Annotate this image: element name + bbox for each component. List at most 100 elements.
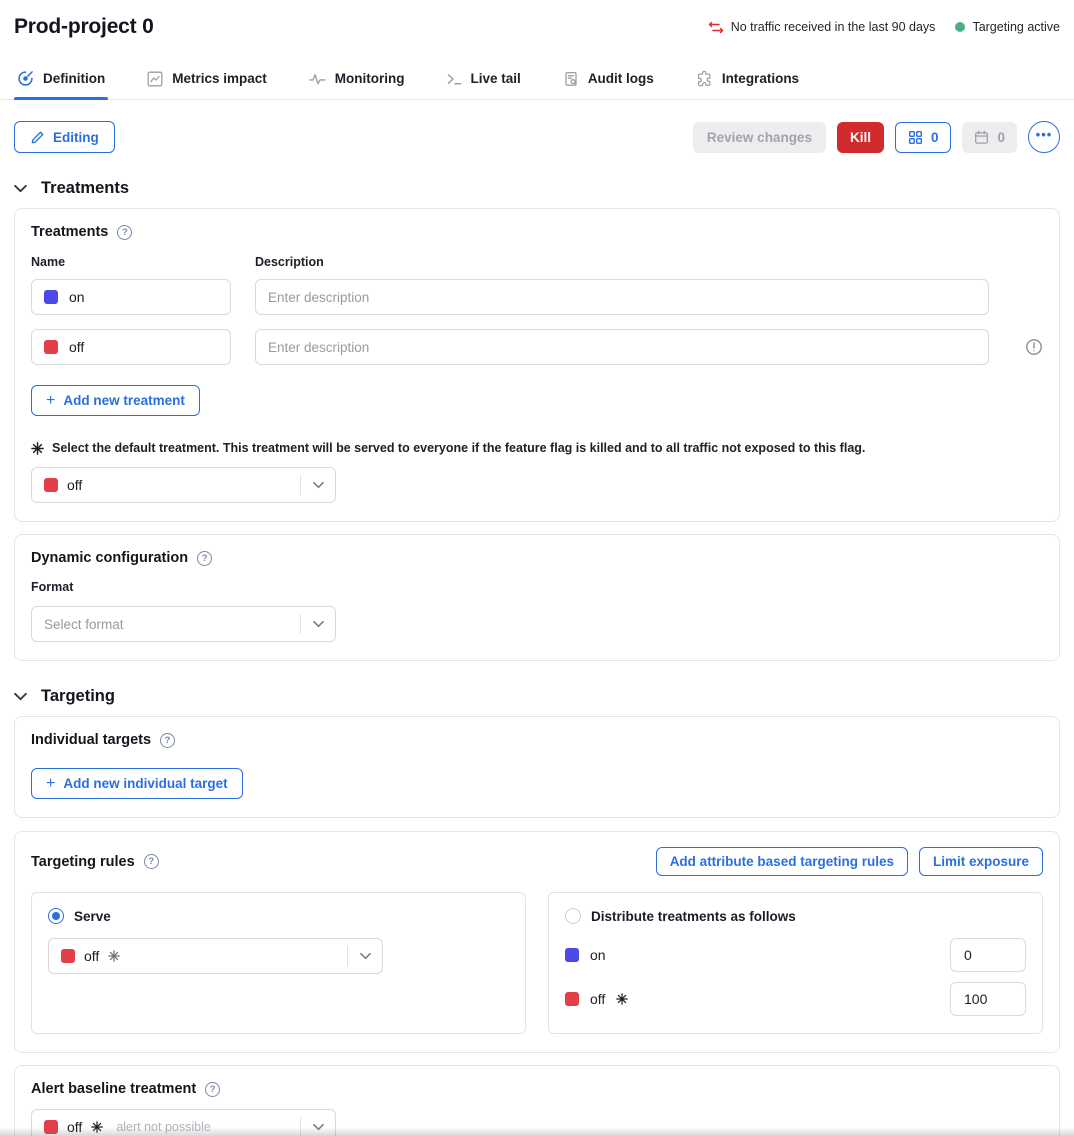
treatment-color-swatch[interactable] (44, 290, 58, 304)
help-icon[interactable]: ? (144, 854, 159, 869)
page-header: Prod-project 0 No traffic received in th… (0, 0, 1074, 39)
treatment-description-input[interactable] (255, 279, 989, 315)
card-title: Targeting rules (31, 854, 135, 870)
distribute-row-off: off (565, 982, 1026, 1016)
review-changes-button[interactable]: Review changes (693, 122, 826, 153)
help-icon[interactable]: ? (160, 733, 175, 748)
distribute-treatment-name: on (590, 947, 606, 963)
individual-targets-card: Individual targets ? + Add new individua… (14, 716, 1060, 818)
serve-panel: Serve off (31, 892, 526, 1034)
targeting-status: Targeting active (955, 20, 1060, 34)
serve-label: Serve (74, 909, 111, 924)
terminal-icon (447, 72, 462, 86)
help-icon[interactable]: ? (205, 1082, 220, 1097)
distribute-panel: Distribute treatments as follows on off (548, 892, 1043, 1034)
plus-icon: + (46, 393, 55, 409)
tab-audit-logs[interactable]: Audit logs (560, 63, 657, 99)
tab-label: Audit logs (588, 71, 654, 86)
warning-circle-icon[interactable] (1013, 338, 1043, 356)
status-row: No traffic received in the last 90 days … (708, 20, 1060, 34)
format-label: Format (31, 580, 1043, 594)
treatment-color-swatch (44, 1120, 58, 1134)
distribute-percentage-input[interactable] (950, 938, 1026, 972)
schedule-count-button[interactable]: 0 (962, 122, 1017, 153)
add-individual-target-button[interactable]: + Add new individual target (31, 768, 243, 799)
treatment-name-field[interactable] (31, 279, 231, 315)
distribute-percentage-input[interactable] (950, 982, 1026, 1016)
tab-integrations[interactable]: Integrations (693, 63, 802, 99)
description-column-header: Description (255, 255, 324, 269)
line-chart-icon (147, 71, 163, 87)
dynamic-configuration-card: Dynamic configuration ? Format Select fo… (14, 534, 1060, 661)
add-treatment-button[interactable]: + Add new treatment (31, 385, 200, 416)
treatment-color-swatch[interactable] (44, 340, 58, 354)
tab-label: Integrations (722, 71, 799, 86)
distribute-treatment-name: off (590, 991, 605, 1007)
help-icon[interactable]: ? (117, 225, 132, 240)
tab-live-tail[interactable]: Live tail (444, 63, 524, 99)
plus-icon: + (46, 776, 55, 792)
target-edit-icon (17, 70, 34, 87)
add-attribute-rules-button[interactable]: Add attribute based targeting rules (656, 847, 908, 876)
default-asterisk-icon (31, 442, 44, 455)
treatments-card: Treatments ? Name Description + Add new (14, 208, 1060, 522)
alert-hint-text: alert not possible (116, 1120, 211, 1134)
treatment-name-input[interactable] (69, 339, 218, 355)
treatment-description-input[interactable] (255, 329, 989, 365)
format-placeholder: Select format (44, 617, 124, 632)
serve-treatment-select[interactable]: off (48, 938, 383, 974)
puzzle-icon (696, 70, 713, 87)
page-title: Prod-project 0 (14, 15, 154, 39)
distribute-option[interactable]: Distribute treatments as follows (565, 908, 1026, 924)
rollout-count: 0 (931, 130, 939, 145)
targeting-section-header[interactable]: Targeting (14, 687, 1060, 706)
document-search-icon (563, 71, 579, 87)
distribute-row-on: on (565, 938, 1026, 972)
radio-unselected-icon[interactable] (565, 908, 581, 924)
limit-exposure-button[interactable]: Limit exposure (919, 847, 1043, 876)
chevron-down-icon (348, 952, 382, 960)
treatment-color-swatch (44, 478, 58, 492)
card-title: Treatments (31, 224, 108, 240)
add-treatment-label: Add new treatment (63, 393, 185, 408)
rollout-count-button[interactable]: 0 (895, 122, 952, 153)
default-treatment-note: Select the default treatment. This treat… (31, 441, 1043, 455)
name-column-header: Name (31, 255, 255, 269)
chevron-down-icon (301, 1123, 335, 1131)
treatment-color-swatch (565, 992, 579, 1006)
radio-selected-icon[interactable] (48, 908, 64, 924)
add-individual-target-label: Add new individual target (63, 776, 227, 791)
editing-button[interactable]: Editing (14, 121, 115, 153)
help-icon[interactable]: ? (197, 551, 212, 566)
default-treatment-select[interactable]: off (31, 467, 336, 503)
chevron-down-icon (301, 620, 335, 628)
column-headers: Name Description (31, 255, 1043, 269)
status-dot-icon (955, 22, 965, 32)
tab-metrics-impact[interactable]: Metrics impact (144, 63, 270, 99)
tab-label: Live tail (471, 71, 521, 86)
serve-option[interactable]: Serve (48, 908, 509, 924)
distribute-label: Distribute treatments as follows (591, 909, 796, 924)
more-actions-button[interactable]: ••• (1028, 121, 1060, 153)
kill-button[interactable]: Kill (837, 122, 884, 153)
targeting-status-text: Targeting active (972, 20, 1060, 34)
treatment-name-input[interactable] (69, 289, 218, 305)
treatments-section-header[interactable]: Treatments (14, 179, 1060, 198)
format-select[interactable]: Select format (31, 606, 336, 642)
traffic-swap-icon (708, 21, 724, 34)
tab-monitoring[interactable]: Monitoring (306, 63, 408, 99)
tab-bar: Definition Metrics impact Monitoring Liv… (0, 63, 1074, 100)
pulse-icon (309, 72, 326, 86)
toolbar: Editing Review changes Kill 0 (0, 100, 1074, 153)
traffic-alert-text: No traffic received in the last 90 days (731, 20, 936, 34)
section-title: Targeting (41, 687, 115, 706)
treatment-color-swatch (61, 949, 75, 963)
alert-baseline-value: off (67, 1119, 82, 1135)
card-title: Dynamic configuration (31, 550, 188, 566)
pencil-icon (30, 130, 45, 145)
section-title: Treatments (41, 179, 129, 198)
treatment-name-field[interactable] (31, 329, 231, 365)
editing-label: Editing (53, 130, 99, 145)
tab-definition[interactable]: Definition (14, 63, 108, 99)
alert-baseline-select[interactable]: off alert not possible (31, 1109, 336, 1136)
